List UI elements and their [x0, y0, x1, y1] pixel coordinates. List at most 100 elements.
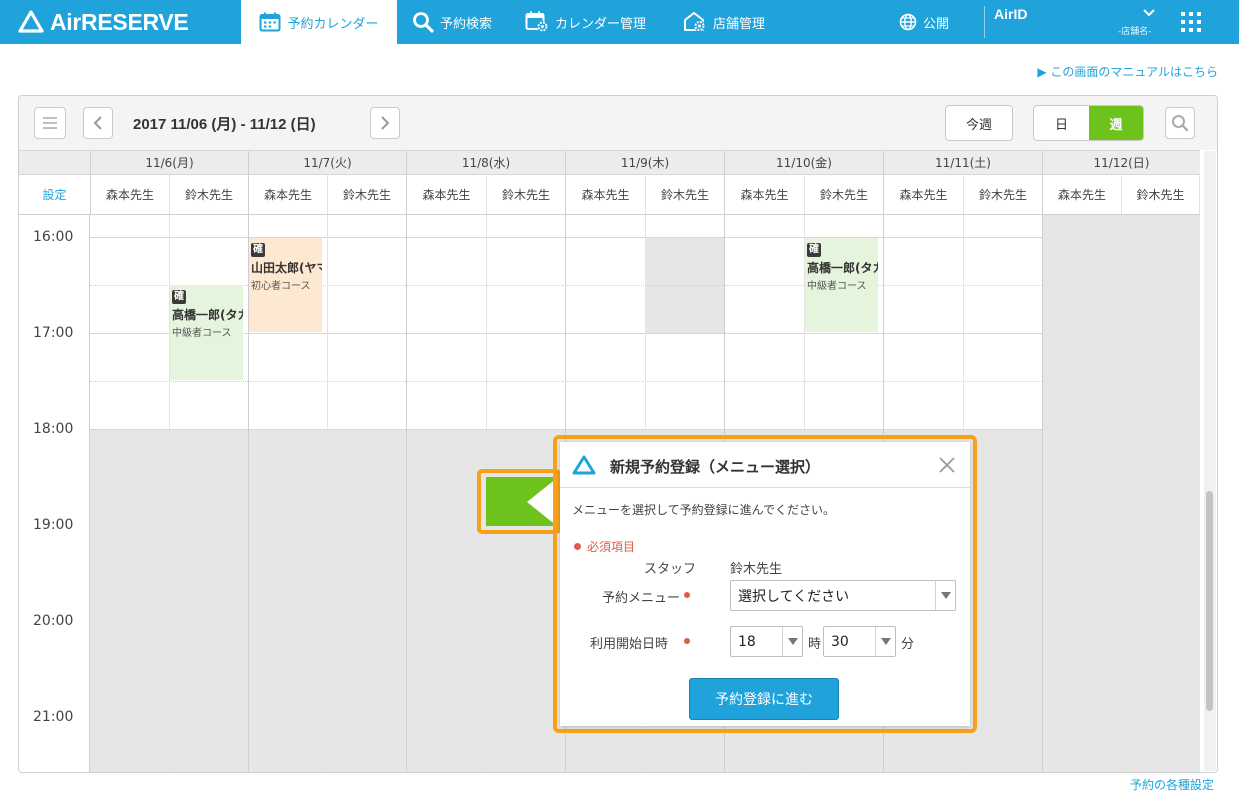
staff-header: 鈴木先生 [804, 175, 883, 214]
reservation-card[interactable]: 確 山田太郎(ヤマダタロウ) 初心者コース [249, 238, 322, 332]
menu-select[interactable]: 選択してください [730, 580, 956, 611]
calendar-toolbar: 2017 11/06 (月) - 11/12 (日) 今週 日 週 [19, 96, 1217, 150]
confirmed-badge: 確 [251, 243, 265, 257]
date-header: 11/11(土) [883, 151, 1042, 174]
date-header: 11/8(水) [406, 151, 565, 174]
time-label: 16:00 [33, 229, 74, 245]
hour-line [90, 237, 1042, 238]
date-header: 11/9(木) [565, 151, 724, 174]
vertical-scrollbar[interactable] [1204, 151, 1216, 771]
hour-select-value: 18 [738, 633, 756, 650]
staff-header: 鈴木先生 [327, 175, 406, 214]
confirmed-badge: 確 [172, 290, 186, 304]
staff-header-row: 設定 森本先生 鈴木先生 森本先生 鈴木先生 森本先生 鈴木先生 森本先生 鈴木… [19, 175, 1200, 215]
staff-header: 森本先生 [406, 175, 486, 214]
calendar-icon [259, 12, 281, 32]
dialog-header: 新規予約登録（メニュー選択） [560, 442, 970, 488]
chevron-right-icon [381, 116, 390, 130]
staff-header: 鈴木先生 [486, 175, 565, 214]
staff-header: 鈴木先生 [645, 175, 724, 214]
chevron-down-icon[interactable] [1142, 8, 1156, 18]
globe-icon [899, 13, 917, 31]
date-header: 11/7(火) [248, 151, 406, 174]
required-dot-icon [684, 638, 690, 644]
time-label: 19:00 [33, 517, 74, 533]
staff-header: 鈴木先生 [1121, 175, 1200, 214]
nav-item-label: カレンダー管理 [555, 16, 647, 32]
air-logo-icon [18, 10, 44, 33]
search-icon [1172, 115, 1189, 132]
apps-grid-icon[interactable] [1180, 11, 1202, 33]
nav-calendar-management[interactable]: カレンダー管理 [525, 0, 646, 44]
hour-line [90, 429, 1042, 430]
half-hour-line [90, 381, 1042, 382]
time-label: 21:00 [33, 709, 74, 725]
close-icon[interactable] [938, 456, 956, 474]
calendar-gear-icon [525, 11, 548, 32]
hour-select[interactable]: 18 [730, 626, 803, 657]
staff-value: 鈴木先生 [730, 562, 783, 577]
required-dot-icon [574, 543, 581, 550]
day-line [406, 215, 407, 772]
reservation-card[interactable]: 確 高橋一郎(タカハシイチロウ) 中級者コース [805, 238, 878, 332]
date-header: 11/12(日) [1042, 151, 1200, 174]
reservation-course: 初心者コース [251, 281, 311, 292]
airid-label[interactable]: AirID [994, 6, 1027, 22]
next-week-button[interactable] [370, 107, 400, 139]
reservation-customer: 高橋一郎(タカハシイチロウ) [807, 261, 878, 275]
staff-header: 鈴木先生 [963, 175, 1042, 214]
reservation-settings-link[interactable]: 予約の各種設定 [1130, 776, 1214, 793]
view-week-button[interactable]: 週 [1089, 106, 1143, 140]
search-icon [413, 12, 434, 33]
manual-link[interactable]: ▶ この画面のマニュアルはこちら [1037, 63, 1218, 80]
nav-divider [984, 6, 985, 38]
staff-header: 森本先生 [565, 175, 645, 214]
column-line [327, 215, 328, 772]
nav-reservation-calendar[interactable]: 予約カレンダー [241, 0, 397, 44]
nav-store-management[interactable]: 店舗管理 [683, 0, 765, 44]
view-day-button[interactable]: 日 [1034, 106, 1089, 140]
this-week-button[interactable]: 今週 [945, 105, 1013, 141]
airreserve-logo[interactable]: AirRESERVE [18, 8, 189, 36]
hour-unit: 時 [808, 637, 822, 652]
dropdown-arrow-icon [782, 627, 802, 656]
time-column: 16:00 17:00 18:00 19:00 20:00 21:00 [19, 215, 90, 772]
minute-select-value: 30 [831, 633, 849, 650]
reservation-card[interactable]: 確 高橋一郎(タカハシイチロウ) 中級者コース [170, 285, 243, 380]
nav-item-label: 予約検索 [440, 16, 493, 32]
scrollbar-thumb[interactable] [1206, 491, 1213, 711]
settings-link[interactable]: 設定 [19, 175, 90, 214]
staff-header: 鈴木先生 [169, 175, 248, 214]
staff-header: 森本先生 [248, 175, 327, 214]
new-reservation-dialog: 新規予約登録（メニュー選択） メニューを選択して予約登録に進んでください。 必須… [560, 442, 970, 726]
date-range-label: 2017 11/06 (月) - 11/12 (日) [133, 116, 316, 133]
reservation-customer: 山田太郎(ヤマダタロウ) [251, 261, 322, 275]
staff-header: 森本先生 [90, 175, 169, 214]
date-header-row: 11/6(月) 11/7(火) 11/8(水) 11/9(木) 11/10(金)… [19, 150, 1200, 175]
reservation-course: 中級者コース [172, 328, 232, 339]
staff-header: 森本先生 [883, 175, 963, 214]
required-note-label: 必須項目 [587, 540, 636, 554]
dialog-description: メニューを選択して予約登録に進んでください。 [572, 503, 836, 517]
nav-item-label: 店舗管理 [713, 16, 766, 32]
date-header: 11/10(金) [724, 151, 883, 174]
proceed-to-registration-button[interactable]: 予約登録に進む [689, 678, 839, 720]
publish-button[interactable]: 公開 [899, 0, 949, 44]
prev-week-button[interactable] [83, 107, 113, 139]
chevron-left-icon [93, 116, 102, 130]
dialog-title: 新規予約登録（メニュー選択） [610, 458, 821, 476]
menu-label: 予約メニュー [602, 591, 681, 606]
start-time-label: 利用開始日時 [590, 637, 669, 652]
required-note: 必須項目 [574, 538, 635, 555]
view-toggle: 日 週 [1033, 105, 1144, 141]
search-button[interactable] [1165, 107, 1195, 139]
menu-button[interactable] [34, 107, 66, 139]
staff-label: スタッフ [644, 562, 697, 577]
top-nav: AirRESERVE 予約カレンダー 予約検索 カレンダー管理 店舗管理 公開 … [0, 0, 1239, 44]
store-gear-icon [684, 12, 705, 32]
logo-text: AirRESERVE [50, 8, 189, 35]
staff-header: 森本先生 [1042, 175, 1121, 214]
time-label: 18:00 [33, 421, 74, 437]
nav-reservation-search[interactable]: 予約検索 [412, 0, 492, 44]
minute-select[interactable]: 30 [823, 626, 896, 657]
